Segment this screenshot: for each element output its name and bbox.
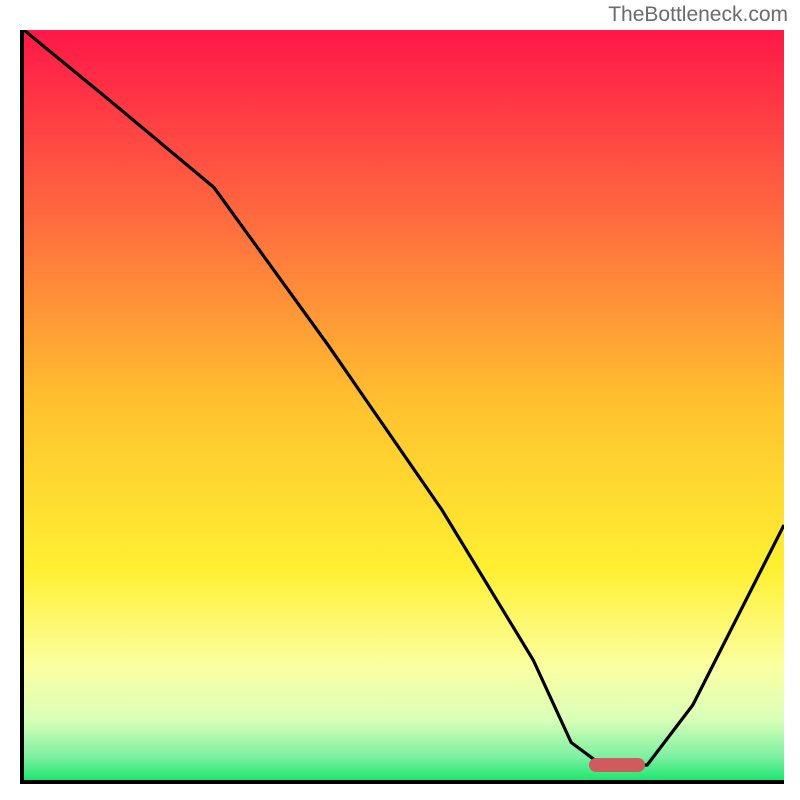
chart-curve bbox=[24, 30, 784, 780]
plot-area bbox=[20, 30, 784, 784]
watermark-text: TheBottleneck.com bbox=[608, 3, 788, 27]
optimal-marker bbox=[589, 758, 645, 772]
